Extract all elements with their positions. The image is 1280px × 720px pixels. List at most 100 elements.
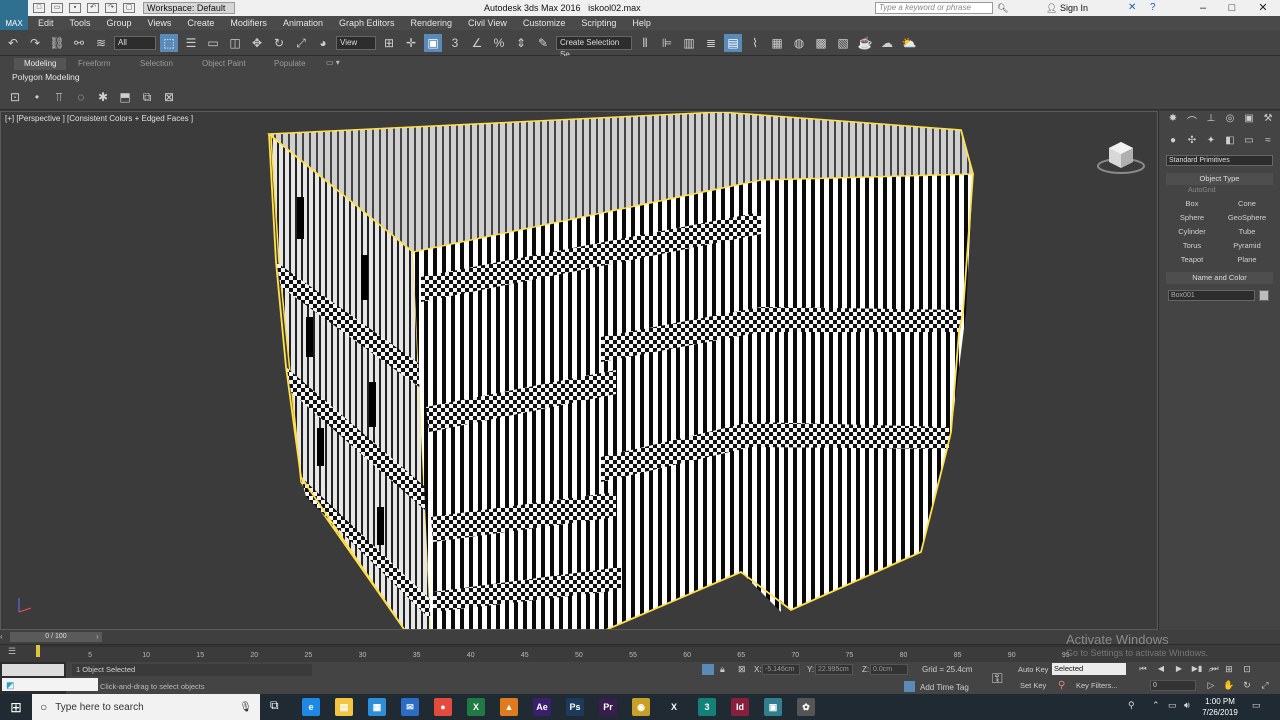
- snaps-toggle-icon[interactable]: 3: [446, 34, 464, 52]
- viewport-label[interactable]: [+] [Perspective ] [Consistent Colors + …: [5, 114, 193, 123]
- help-search-input[interactable]: Type a keyword or phrase: [875, 2, 993, 14]
- auto-key-button[interactable]: Auto Key: [1018, 665, 1048, 674]
- tab-modeling[interactable]: Modeling: [14, 58, 67, 70]
- shapes-icon[interactable]: ✣: [1185, 135, 1199, 147]
- menu-rendering[interactable]: Rendering: [411, 18, 453, 28]
- menu-modifiers[interactable]: Modifiers: [230, 18, 267, 28]
- cameras-icon[interactable]: ◧: [1223, 135, 1237, 147]
- render-iterative-icon[interactable]: ☁: [878, 34, 896, 52]
- system-clock[interactable]: 1:00 PM 7/26/2019: [1200, 696, 1240, 718]
- menu-customize[interactable]: Customize: [523, 18, 566, 28]
- taskbar-app-icon[interactable]: 3: [698, 698, 716, 716]
- taskbar-app-icon[interactable]: ▣: [764, 698, 782, 716]
- motion-tab-icon[interactable]: ◎: [1223, 113, 1237, 125]
- torus-button[interactable]: Torus: [1167, 239, 1217, 252]
- object-color-swatch[interactable]: [1259, 290, 1269, 301]
- exchange-icon[interactable]: ✕: [1128, 2, 1136, 13]
- object-name-field[interactable]: Box001: [1168, 290, 1255, 301]
- field-of-view-icon[interactable]: ▷: [1204, 679, 1218, 691]
- help-icon[interactable]: ?: [1150, 2, 1156, 13]
- taskbar-app-icon[interactable]: Pr: [599, 698, 617, 716]
- render-setup-icon[interactable]: ▩: [812, 34, 830, 52]
- taskbar-app-icon[interactable]: ▤: [335, 698, 353, 716]
- ribbon-options-icon[interactable]: ▭ ▾: [326, 58, 340, 67]
- object-type-rollout[interactable]: Object Type: [1166, 173, 1273, 185]
- timeline-next-icon[interactable]: ›: [96, 632, 99, 641]
- spinner-snap-icon[interactable]: ⇕: [512, 34, 530, 52]
- zoom-icon[interactable]: ⌕: [1204, 663, 1218, 675]
- tray-chevron-icon[interactable]: ⌃: [1152, 700, 1160, 711]
- create-tab-icon[interactable]: ✸: [1166, 113, 1180, 125]
- redo-icon[interactable]: ↷: [26, 34, 44, 52]
- key-filters-button[interactable]: Key Filters...: [1076, 681, 1118, 690]
- close-button[interactable]: ✕: [1250, 0, 1276, 16]
- tube-button[interactable]: Tube: [1222, 225, 1272, 238]
- border-icon[interactable]: ◌: [72, 88, 90, 106]
- pan-icon[interactable]: ✋: [1222, 679, 1236, 691]
- timeline-prev-icon[interactable]: ‹: [0, 632, 3, 641]
- z-coordinate-field[interactable]: 0.0cm: [870, 664, 908, 675]
- previous-frame-icon[interactable]: ◀: [1154, 663, 1168, 675]
- minimize-button[interactable]: –: [1190, 0, 1216, 16]
- menu-animation[interactable]: Animation: [283, 18, 323, 28]
- taskbar-app-icon[interactable]: Id: [731, 698, 749, 716]
- menu-graph-editors[interactable]: Graph Editors: [339, 18, 395, 28]
- people-icon[interactable]: ⚲: [1128, 700, 1135, 711]
- taskbar-search[interactable]: ○ Type here to search 🎙︎: [32, 694, 260, 720]
- redo-icon[interactable]: ↷: [105, 3, 117, 13]
- workspace-dropdown[interactable]: Workspace: Default: [143, 2, 235, 14]
- primitive-category-dropdown[interactable]: Standard Primitives: [1166, 155, 1273, 166]
- preview-icon[interactable]: ⊠: [160, 88, 178, 106]
- edge-icon[interactable]: ⫪: [50, 88, 68, 106]
- viewcube-icon[interactable]: [1095, 136, 1147, 176]
- play-icon[interactable]: ▶: [1172, 663, 1186, 675]
- set-key-icon[interactable]: ⚿: [992, 670, 1003, 687]
- project-folder-icon[interactable]: ▢: [123, 3, 135, 13]
- notifications-icon[interactable]: ▭: [1252, 700, 1261, 711]
- modify-mode-icon[interactable]: ⊡: [6, 88, 24, 106]
- menu-views[interactable]: Views: [148, 18, 172, 28]
- cone-button[interactable]: Cone: [1222, 197, 1272, 210]
- menu-group[interactable]: Group: [107, 18, 132, 28]
- render-in-cloud-icon[interactable]: ⛅: [900, 34, 918, 52]
- taskbar-app-icon[interactable]: Ps: [566, 698, 584, 716]
- search-icon[interactable]: 🔍︎: [997, 3, 1008, 14]
- tab-selection[interactable]: Selection: [130, 58, 183, 70]
- select-object-icon[interactable]: ⬚: [160, 33, 178, 52]
- y-coordinate-field[interactable]: 22.995cm: [815, 664, 853, 675]
- taskbar-app-icon[interactable]: ●: [434, 698, 452, 716]
- time-slider[interactable]: 0 / 100: [10, 632, 102, 642]
- align-icon[interactable]: ⊫: [658, 34, 676, 52]
- place-icon[interactable]: ◕: [314, 34, 332, 52]
- select-manipulate-icon[interactable]: ✛: [402, 34, 420, 52]
- autogrid-checkbox[interactable]: AutoGrid: [1188, 187, 1216, 194]
- scale-icon[interactable]: ⤢: [292, 34, 310, 52]
- geosphere-button[interactable]: GeoSphere: [1222, 211, 1272, 224]
- polygon-modeling-panel-label[interactable]: Polygon Modeling: [12, 72, 80, 82]
- microphone-icon[interactable]: 🎙︎: [239, 702, 252, 713]
- pivot-center-icon[interactable]: ⊞: [380, 34, 398, 52]
- undo-icon[interactable]: ↶: [87, 3, 99, 13]
- tab-populate[interactable]: Populate: [264, 58, 316, 70]
- key-set-dropdown[interactable]: Selected: [1052, 663, 1126, 675]
- polygon-icon[interactable]: ✱: [94, 88, 112, 106]
- bind-spacewarp-icon[interactable]: ≋: [92, 34, 110, 52]
- helpers-icon[interactable]: ▭: [1242, 135, 1256, 147]
- spacewarps-icon[interactable]: ≈: [1261, 135, 1275, 147]
- modifier-stack-icon[interactable]: ⧉: [138, 88, 156, 106]
- trackbar-menu-icon[interactable]: ☰: [8, 646, 16, 657]
- selection-filter-dropdown[interactable]: All: [114, 35, 156, 50]
- current-frame-field[interactable]: 0: [1150, 680, 1196, 691]
- reference-coord-dropdown[interactable]: View: [336, 35, 376, 50]
- rotate-icon[interactable]: ↻: [270, 34, 288, 52]
- taskbar-app-icon[interactable]: ✉: [401, 698, 419, 716]
- taskbar-app-icon[interactable]: ◉: [632, 698, 650, 716]
- add-time-tag[interactable]: Add Time Tag: [920, 683, 969, 692]
- taskbar-app-icon[interactable]: ▲: [500, 698, 518, 716]
- orbit-icon[interactable]: ↻: [1240, 679, 1254, 691]
- plane-button[interactable]: Plane: [1222, 253, 1272, 266]
- name-and-color-rollout[interactable]: Name and Color: [1166, 272, 1273, 284]
- sphere-button[interactable]: Sphere: [1167, 211, 1217, 224]
- link-icon[interactable]: ⛓: [48, 34, 66, 52]
- isolate-selection-icon[interactable]: [702, 664, 714, 675]
